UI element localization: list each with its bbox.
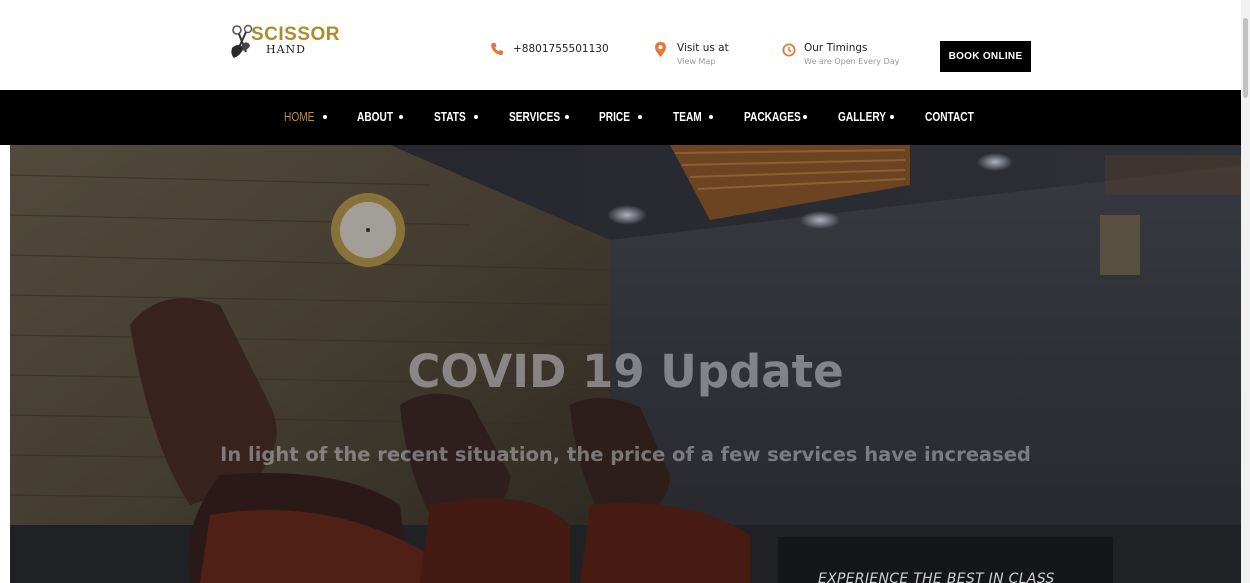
visit-title: Visit us at	[677, 42, 729, 54]
phone-number: +8801755501130	[513, 43, 609, 55]
nav-separator	[323, 115, 327, 119]
nav-separator	[803, 115, 807, 119]
hero-subtitle: In light of the recent situation, the pr…	[220, 443, 1031, 466]
page-scrollbar[interactable]	[1241, 0, 1250, 583]
top-header: SCISSOR HAND +8801755501130 Visit us at …	[0, 0, 1241, 90]
nav-separator	[474, 115, 478, 119]
hero-caption-text: EXPERIENCE THE BEST IN CLASS	[818, 571, 1055, 583]
nav-item-home[interactable]: HOME	[284, 109, 314, 124]
book-online-button[interactable]: BOOK ONLINE	[940, 41, 1031, 72]
timings-title: Our Timings	[804, 42, 868, 54]
nav-separator	[399, 115, 403, 119]
timings-subtitle: We are Open Every Day	[804, 57, 900, 66]
nav-separator	[890, 115, 894, 119]
main-nav: HOME ABOUT STATS SERVICES PRICE TEAM PAC…	[0, 90, 1241, 145]
nav-item-stats[interactable]: STATS	[434, 109, 466, 124]
hero-caption-box: EXPERIENCE THE BEST IN CLASS	[778, 537, 1113, 583]
clock-icon	[782, 43, 796, 57]
location-pin-icon	[655, 42, 666, 57]
logo[interactable]: SCISSOR HAND	[228, 24, 340, 64]
nav-item-price[interactable]: PRICE	[599, 109, 630, 124]
logo-subtext: HAND	[266, 43, 306, 56]
hero-banner: COVID 19 Update In light of the recent s…	[10, 145, 1241, 583]
nav-separator	[565, 115, 569, 119]
nav-item-services[interactable]: SERVICES	[509, 109, 560, 124]
nav-item-gallery[interactable]: GALLERY	[838, 109, 886, 124]
nav-item-contact[interactable]: CONTACT	[925, 109, 974, 124]
nav-item-about[interactable]: ABOUT	[357, 109, 393, 124]
nav-separator	[709, 115, 713, 119]
scrollbar-thumb[interactable]	[1243, 18, 1248, 98]
hero-title: COVID 19 Update	[407, 345, 844, 398]
nav-item-packages[interactable]: PACKAGES	[744, 109, 801, 124]
nav-separator	[638, 115, 642, 119]
view-map-link[interactable]: View Map	[677, 57, 729, 66]
nav-item-team[interactable]: TEAM	[673, 109, 702, 124]
phone-icon	[491, 43, 503, 55]
